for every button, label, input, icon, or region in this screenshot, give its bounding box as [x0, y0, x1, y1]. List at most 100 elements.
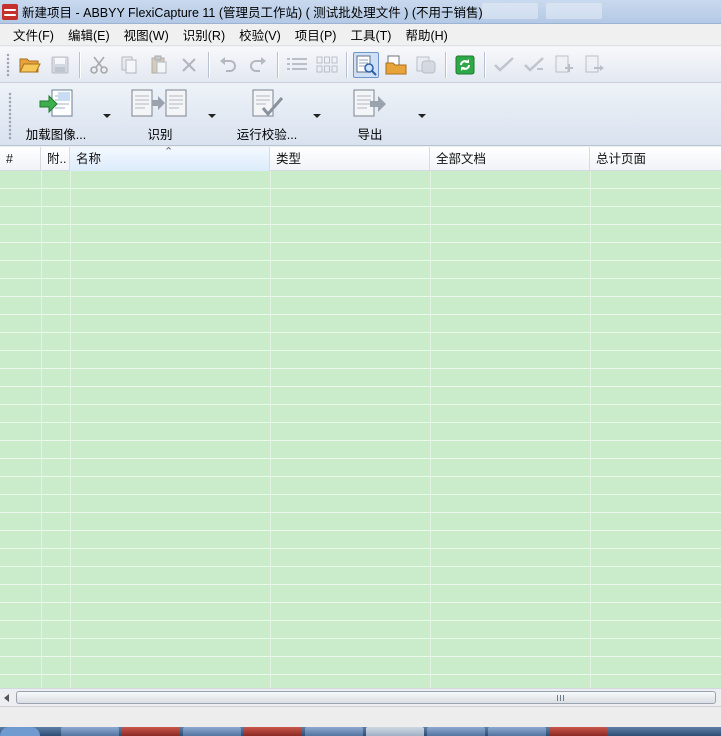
menu-file[interactable]: 文件(F) — [6, 25, 61, 44]
verify-check-button[interactable] — [491, 52, 517, 78]
load-images-label: 加载图像... — [25, 128, 87, 142]
recognize-dropdown[interactable] — [208, 114, 216, 118]
paste-button[interactable] — [146, 52, 172, 78]
cut-button[interactable] — [86, 52, 112, 78]
column-header-name[interactable]: ⌃ 名称 — [70, 146, 270, 171]
undo-icon — [220, 56, 236, 72]
run-verification-button[interactable]: 运行校验... — [235, 88, 299, 142]
menu-tools[interactable]: 工具(T) — [343, 25, 398, 44]
menu-project[interactable]: 项目(P) — [288, 25, 344, 44]
toolbar-separator — [484, 51, 485, 78]
document-properties-button[interactable] — [413, 52, 439, 78]
menu-verify[interactable]: 校验(V) — [232, 25, 288, 44]
toolbar-separator — [79, 51, 80, 78]
move-page-button[interactable] — [581, 52, 607, 78]
delete-button[interactable] — [176, 52, 202, 78]
toolbar-separator — [277, 51, 278, 78]
title-bar: 新建项目 - ABBYY FlexiCapture 11 (管理员工作站) ( … — [0, 0, 721, 24]
undo-button[interactable] — [215, 52, 241, 78]
grid-column-divider — [70, 171, 71, 688]
scroll-left-arrow-icon[interactable] — [4, 694, 9, 702]
thumbnails-icon — [316, 56, 338, 72]
abbyy-app-icon[interactable] — [2, 3, 18, 20]
document-arrow-icon — [585, 55, 604, 72]
taskbar-item[interactable] — [427, 727, 485, 736]
scrollbar-thumb[interactable] — [16, 691, 716, 704]
export-label: 导出 — [357, 128, 383, 142]
grid-column-divider — [590, 171, 591, 688]
title-bar-background-buttons — [482, 3, 602, 19]
export-icon — [353, 89, 386, 117]
menu-bar: 文件(F) 编辑(E) 视图(W) 识别(R) 校验(V) 项目(P) 工具(T… — [0, 24, 721, 46]
document-stack-icon — [416, 56, 436, 73]
recognize-icon — [131, 89, 187, 117]
document-folder-icon — [385, 55, 407, 74]
run-verification-dropdown[interactable] — [313, 114, 321, 118]
export-dropdown[interactable] — [418, 114, 426, 118]
load-images-button[interactable]: 加载图像... — [26, 88, 86, 142]
menu-edit[interactable]: 编辑(E) — [61, 25, 117, 44]
batch-grid-header: # 附.. ⌃ 名称 类型 全部文档 总计页面 — [0, 146, 721, 171]
start-button[interactable] — [0, 727, 40, 736]
toolbar-separator — [346, 51, 347, 78]
menu-recognize[interactable]: 识别(R) — [176, 25, 232, 44]
run-verification-label: 运行校验... — [236, 128, 298, 142]
taskbar-item[interactable] — [122, 727, 180, 736]
windows-taskbar — [0, 727, 721, 736]
save-button[interactable] — [47, 52, 73, 78]
list-view-button[interactable] — [284, 52, 310, 78]
document-magnifier-icon — [356, 55, 377, 76]
refresh-button[interactable] — [452, 52, 478, 78]
delete-x-icon — [182, 57, 196, 72]
taskbar-item[interactable] — [183, 727, 241, 736]
redo-button[interactable] — [245, 52, 271, 78]
open-project-button[interactable] — [17, 52, 43, 78]
open-folder-icon — [19, 58, 41, 72]
save-disk-icon — [51, 56, 69, 73]
load-images-dropdown[interactable] — [103, 114, 111, 118]
taskbar-item[interactable] — [366, 727, 424, 736]
taskbar-item[interactable] — [305, 727, 363, 736]
thumbnail-view-button[interactable] — [314, 52, 340, 78]
list-view-icon — [287, 57, 307, 70]
sort-ascending-icon: ⌃ — [164, 146, 174, 158]
checkmark-arrow-icon — [524, 56, 544, 72]
column-header-total-pages[interactable]: 总计页面 — [590, 147, 721, 171]
taskbar-item[interactable] — [549, 727, 607, 736]
toolbar-separator — [208, 51, 209, 78]
column-header-number[interactable]: # — [0, 147, 41, 171]
taskbar-item[interactable] — [61, 727, 119, 736]
image-viewer-toggle-button[interactable] — [353, 51, 379, 78]
checkmark-icon — [494, 56, 514, 72]
toolbar-separator — [445, 51, 446, 78]
recognize-button[interactable]: 识别 — [130, 88, 190, 142]
toolbar-grip[interactable] — [6, 52, 10, 77]
copy-icon — [121, 56, 137, 73]
document-add-icon — [555, 55, 573, 72]
standard-toolbar — [0, 47, 721, 83]
column-header-name-label: 名称 — [76, 152, 102, 166]
column-header-type[interactable]: 类型 — [270, 147, 430, 171]
toolbar-grip[interactable] — [8, 92, 12, 140]
taskbar-item[interactable] — [488, 727, 546, 736]
batch-folder-button[interactable] — [383, 52, 409, 78]
menu-help[interactable]: 帮助(H) — [398, 25, 454, 44]
column-header-attachments[interactable]: 附.. — [41, 147, 70, 171]
add-page-button[interactable] — [551, 52, 577, 78]
grid-column-divider — [270, 171, 271, 688]
column-header-total-documents[interactable]: 全部文档 — [430, 147, 590, 171]
horizontal-scrollbar[interactable] — [0, 688, 721, 706]
status-bar — [0, 706, 721, 727]
verify-next-button[interactable] — [521, 52, 547, 78]
redo-icon — [250, 56, 266, 72]
grid-column-divider — [41, 171, 42, 688]
scissors-icon — [90, 56, 108, 74]
scrollbar-grip — [557, 695, 565, 701]
window-title: 新建项目 - ABBYY FlexiCapture 11 (管理员工作站) ( … — [22, 6, 483, 20]
batch-grid-body[interactable] — [0, 171, 721, 688]
menu-view[interactable]: 视图(W) — [117, 25, 176, 44]
copy-button[interactable] — [116, 52, 142, 78]
export-button[interactable]: 导出 — [340, 88, 400, 142]
paste-clipboard-icon — [151, 55, 167, 73]
taskbar-item[interactable] — [244, 727, 302, 736]
